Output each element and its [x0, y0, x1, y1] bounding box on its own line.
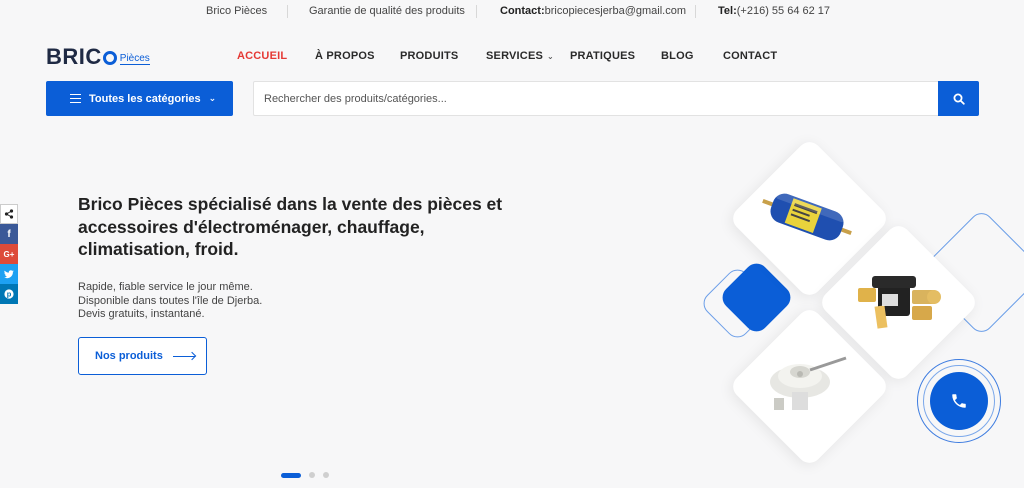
nav-pratiques[interactable]: PRATIQUES [570, 50, 635, 62]
call-button[interactable] [930, 372, 988, 430]
filter-drier-image [762, 191, 852, 241]
water-valve-image [770, 356, 847, 410]
nav-services[interactable]: SERVICES ⌄ [486, 50, 554, 62]
hero-line: Devis gratuits, instantané. [78, 308, 205, 320]
google-plus-icon[interactable]: G+ [0, 244, 18, 264]
nav-a-propos[interactable]: À PROPOS [315, 50, 375, 62]
social-share-bar: f G+ p [0, 204, 18, 304]
menu-icon [70, 94, 81, 103]
divider [287, 5, 288, 18]
carousel-dot-1[interactable] [281, 472, 301, 478]
nav-services-label: SERVICES [486, 50, 544, 62]
carousel-dot-2[interactable] [309, 472, 315, 478]
topbar-contact[interactable]: Contact:bricopiecesjerba@gmail.com [500, 5, 686, 17]
arrow-right-icon [172, 355, 195, 357]
contact-label: Contact: [500, 5, 545, 17]
search-icon [953, 93, 965, 105]
solenoid-valve-image [858, 276, 941, 329]
logo-text: BRIC [46, 44, 102, 69]
logo-subtext: Pièces [119, 53, 150, 65]
divider [476, 5, 477, 18]
all-categories-label: Toutes les catégories [89, 92, 201, 105]
topbar-brand: Brico Pièces [206, 5, 268, 17]
nav-produits[interactable]: PRODUITS [400, 50, 458, 62]
chevron-down-icon: ⌄ [547, 52, 554, 61]
search-bar [253, 81, 979, 116]
topbar-tel[interactable]: Tel:(+216) 55 64 62 17 [718, 5, 830, 17]
topbar-quality: Garantie de qualité des produits [309, 5, 465, 17]
site-logo[interactable]: BRIC Pièces [46, 44, 150, 68]
nav-blog[interactable]: BLOG [661, 50, 694, 62]
carousel-pagination [281, 472, 329, 478]
contact-email[interactable]: bricopiecesjerba@gmail.com [545, 5, 686, 17]
top-info-bar: Brico Pièces Garantie de qualité des pro… [0, 0, 1024, 24]
hero-line: Disponible dans toutes l'île de Djerba. [78, 294, 263, 307]
hero-line: Rapide, fiable service le jour même. [78, 281, 253, 293]
search-input[interactable] [264, 91, 924, 107]
carousel-dot-3[interactable] [323, 472, 329, 478]
divider [695, 5, 696, 18]
tel-label: Tel: [718, 5, 737, 17]
phone-icon [952, 394, 966, 408]
twitter-icon[interactable] [0, 264, 18, 284]
our-products-button[interactable]: Nos produits [78, 337, 207, 375]
hero-title: Brico Pièces spécialisé dans la vente de… [78, 194, 503, 259]
hero-description: Rapide, fiable service le jour même. Dis… [78, 281, 262, 322]
our-products-label: Nos produits [95, 350, 163, 362]
logo-o-icon [102, 51, 117, 65]
tel-value[interactable]: (+216) 55 64 62 17 [737, 5, 830, 17]
search-button[interactable] [938, 81, 979, 116]
chevron-down-icon: ⌄ [208, 93, 217, 103]
facebook-icon[interactable]: f [0, 224, 18, 244]
all-categories-button[interactable]: Toutes les catégories ⌄ [46, 81, 233, 116]
pinterest-icon[interactable]: p [0, 284, 18, 304]
nav-contact[interactable]: CONTACT [723, 50, 777, 62]
share-icon[interactable] [0, 204, 18, 224]
nav-accueil[interactable]: ACCUEIL [237, 50, 287, 62]
svg-text:p: p [7, 290, 12, 299]
